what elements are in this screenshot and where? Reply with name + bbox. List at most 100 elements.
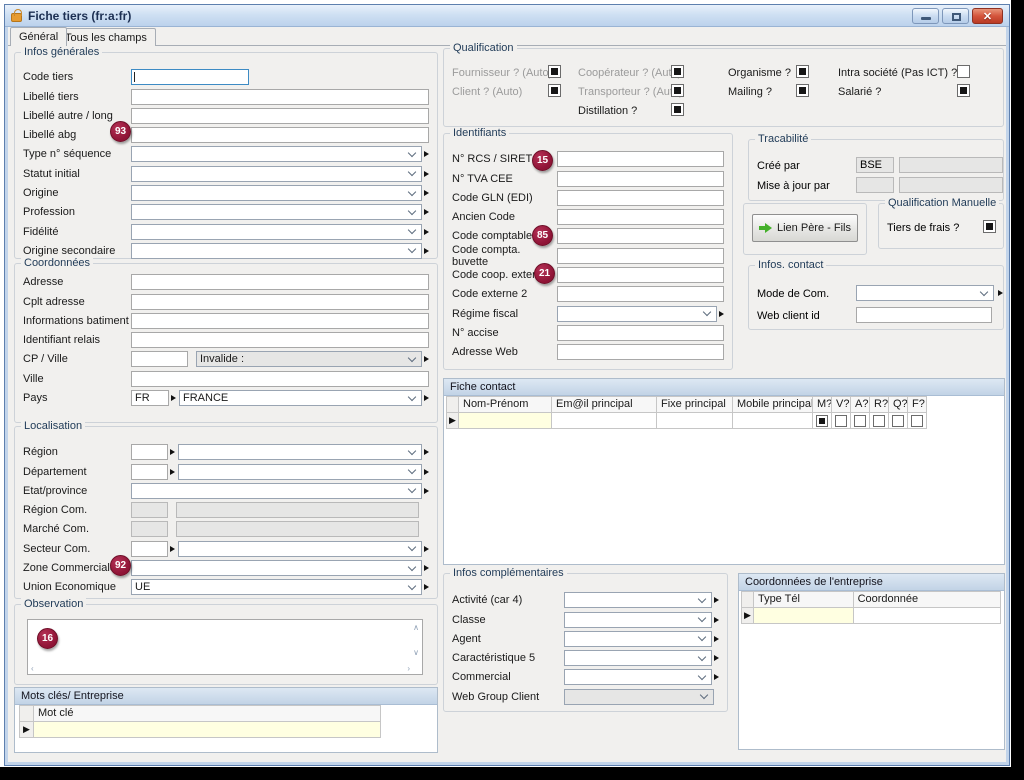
lookup-arrow-icon[interactable] — [170, 469, 175, 475]
titlebar[interactable]: Fiche tiers (fr:a:fr) ✕ — [5, 5, 1009, 27]
combo-zone-commerciale[interactable] — [131, 560, 422, 576]
combo-mode-de-com[interactable] — [856, 285, 994, 301]
input-rcs-siret[interactable] — [557, 151, 724, 167]
cell-fixe-principal[interactable] — [657, 413, 733, 429]
lookup-arrow-icon[interactable] — [171, 395, 176, 401]
cell-email-principal[interactable] — [552, 413, 657, 429]
input-code-postal[interactable] — [131, 351, 188, 367]
checkbox-v[interactable] — [835, 415, 847, 427]
lookup-arrow-icon[interactable] — [424, 190, 429, 196]
input-code-coop-externe[interactable] — [557, 267, 724, 283]
input-informations-batiment[interactable] — [131, 313, 429, 329]
input-accise[interactable] — [557, 325, 724, 341]
lookup-arrow-icon[interactable] — [424, 584, 429, 590]
checkbox-r[interactable] — [873, 415, 885, 427]
scroll-left-icon[interactable]: ‹ — [31, 664, 34, 673]
input-pays-code[interactable]: FR — [131, 390, 169, 406]
input-libelle-tiers[interactable] — [131, 89, 429, 105]
combo-activite[interactable] — [564, 592, 712, 608]
column-header-nom-prenom[interactable]: Nom-Prénom — [459, 397, 552, 413]
tab-general[interactable]: Général — [10, 27, 67, 46]
input-tva-cee[interactable] — [557, 171, 724, 187]
input-region-code[interactable] — [131, 444, 168, 460]
restore-button[interactable] — [942, 8, 969, 24]
lien-pere-fils-button[interactable]: Lien Père - Fils — [752, 214, 858, 242]
column-header-fixe-principal[interactable]: Fixe principal — [657, 397, 733, 413]
combo-caracteristique-5[interactable] — [564, 650, 712, 666]
column-header-a[interactable]: A? — [851, 397, 870, 413]
input-web-client-id[interactable] — [856, 307, 992, 323]
input-libelle-autre-long[interactable] — [131, 108, 429, 124]
lookup-arrow-icon[interactable] — [424, 565, 429, 571]
input-secteur-com-code[interactable] — [131, 541, 168, 557]
checkbox-cooperateur[interactable] — [671, 65, 684, 78]
lookup-arrow-icon[interactable] — [424, 449, 429, 455]
lookup-arrow-icon[interactable] — [170, 546, 175, 552]
lookup-arrow-icon[interactable] — [424, 151, 429, 157]
scroll-down-icon[interactable]: ∨ — [413, 648, 419, 657]
checkbox-intra-societe[interactable] — [957, 65, 970, 78]
combo-profession[interactable] — [131, 204, 422, 220]
checkbox-m[interactable] — [816, 415, 828, 427]
input-ancien-code[interactable] — [557, 209, 724, 225]
lookup-arrow-icon[interactable] — [714, 636, 719, 642]
checkbox-mailing[interactable] — [796, 84, 809, 97]
lookup-arrow-icon[interactable] — [714, 674, 719, 680]
lookup-arrow-icon[interactable] — [424, 229, 429, 235]
combo-etat-province[interactable] — [131, 483, 422, 499]
minimize-button[interactable] — [912, 8, 939, 24]
lookup-arrow-icon[interactable] — [719, 311, 724, 317]
column-header-m[interactable]: M? — [813, 397, 832, 413]
input-cplt-adresse[interactable] — [131, 294, 429, 310]
combo-cp-ville[interactable]: Invalide : — [196, 351, 422, 367]
input-ville[interactable] — [131, 371, 429, 387]
lookup-arrow-icon[interactable] — [714, 617, 719, 623]
input-code-compta-buvette[interactable] — [557, 248, 724, 264]
lookup-arrow-icon[interactable] — [714, 597, 719, 603]
column-header-q[interactable]: Q? — [889, 397, 908, 413]
combo-departement[interactable] — [178, 464, 422, 480]
cell-mot-cle[interactable] — [34, 722, 381, 738]
input-departement-code[interactable] — [131, 464, 168, 480]
input-code-comptable-ext[interactable] — [557, 228, 724, 244]
close-button[interactable]: ✕ — [972, 8, 1003, 24]
input-gln-edi[interactable] — [557, 190, 724, 206]
cell-mobile-principal[interactable] — [733, 413, 813, 429]
checkbox-q[interactable] — [892, 415, 904, 427]
lookup-arrow-icon[interactable] — [998, 290, 1003, 296]
cell-nom-prenom[interactable] — [459, 413, 552, 429]
lookup-arrow-icon[interactable] — [424, 171, 429, 177]
scroll-up-icon[interactable]: ∧ — [413, 623, 419, 632]
checkbox-fournisseur[interactable] — [548, 65, 561, 78]
column-header-type-tel[interactable]: Type Tél — [754, 592, 854, 608]
checkbox-distillation[interactable] — [671, 103, 684, 116]
column-header-mobile-principal[interactable]: Mobile principal — [733, 397, 813, 413]
cell-coordonnee[interactable] — [854, 608, 1001, 624]
combo-origine[interactable] — [131, 185, 422, 201]
input-libelle-abg[interactable] — [131, 127, 429, 143]
column-header-coordonnee[interactable]: Coordonnée — [854, 592, 1001, 608]
combo-pays[interactable]: FRANCE — [179, 390, 422, 406]
observation-textarea[interactable]: ∧ ∨ ‹ › — [27, 619, 423, 675]
column-header-mot-cle[interactable]: Mot clé — [34, 706, 381, 722]
input-adresse[interactable] — [131, 274, 429, 290]
checkbox-a[interactable] — [854, 415, 866, 427]
checkbox-tiers-de-frais[interactable] — [983, 220, 996, 233]
combo-region[interactable] — [178, 444, 422, 460]
input-identifiant-relais[interactable] — [131, 332, 429, 348]
cell-type-tel[interactable] — [754, 608, 854, 624]
lookup-arrow-icon[interactable] — [424, 356, 429, 362]
column-header-v[interactable]: V? — [832, 397, 851, 413]
column-header-r[interactable]: R? — [870, 397, 889, 413]
checkbox-f[interactable] — [911, 415, 923, 427]
combo-classe[interactable] — [564, 612, 712, 628]
lookup-arrow-icon[interactable] — [170, 449, 175, 455]
checkbox-salarie[interactable] — [957, 84, 970, 97]
combo-commercial[interactable] — [564, 669, 712, 685]
lookup-arrow-icon[interactable] — [424, 488, 429, 494]
input-code-externe-2[interactable] — [557, 286, 724, 302]
lookup-arrow-icon[interactable] — [424, 395, 429, 401]
column-header-email-principal[interactable]: Em@il principal — [552, 397, 657, 413]
checkbox-client[interactable] — [548, 84, 561, 97]
combo-regime-fiscal[interactable] — [557, 306, 717, 322]
